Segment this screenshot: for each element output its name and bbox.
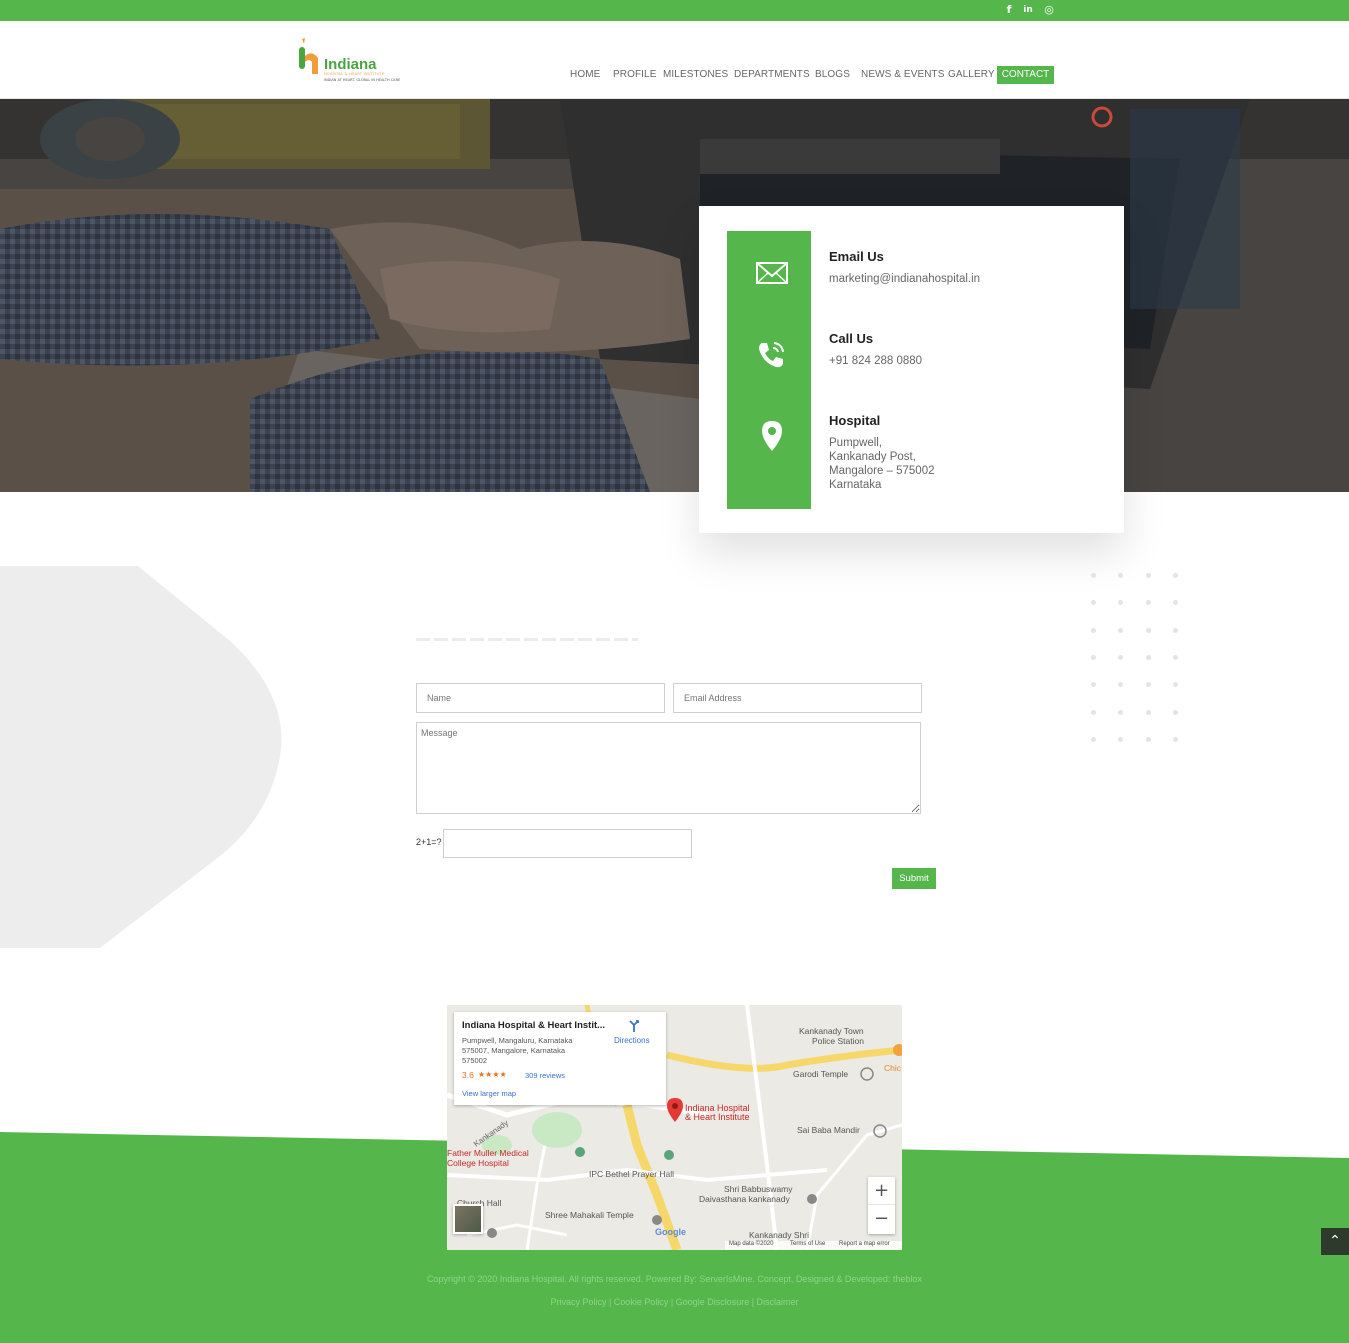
heading-divider <box>416 638 638 641</box>
map-label-babbu: Shri Babbuswamy <box>724 1184 793 1194</box>
place-rating: 3.6 <box>462 1070 474 1080</box>
map-label-muller: Father Muller Medical <box>447 1148 529 1158</box>
nav-departments[interactable]: DEPARTMENTS <box>734 69 810 80</box>
captcha-input[interactable] <box>443 829 692 858</box>
reviews-link[interactable]: 309 reviews <box>525 1071 565 1080</box>
nav-blogs[interactable]: BLOGS <box>815 69 850 80</box>
hero-laptop-illustration <box>0 99 1349 492</box>
decorative-shape <box>0 566 282 948</box>
place-name: Indiana Hospital & Heart Instit... <box>462 1020 606 1031</box>
map-label-garodi: Garodi Temple <box>793 1069 849 1079</box>
hospital-title: Hospital <box>829 413 881 428</box>
facebook-icon[interactable]: f <box>1002 3 1016 17</box>
nav-news-events[interactable]: NEWS & EVENTS <box>861 69 945 80</box>
nav-gallery[interactable]: GALLERY <box>948 69 995 80</box>
linkedin-icon[interactable]: in <box>1021 3 1035 17</box>
address-line-1: Pumpwell, <box>829 437 883 449</box>
decorative-dot-grid <box>1088 570 1188 745</box>
map-place-card: Indiana Hospital & Heart Instit... Pumpw… <box>454 1012 666 1105</box>
map-data-text: Map data ©2020 <box>729 1241 774 1247</box>
footer-links[interactable]: Privacy Policy | Cookie Policy | Google … <box>0 1297 1349 1307</box>
zoom-out-button[interactable]: − <box>868 1205 895 1233</box>
view-larger-map-link[interactable]: View larger map <box>462 1089 516 1098</box>
name-input[interactable] <box>416 683 665 713</box>
address-line-4: Karnataka <box>829 479 882 491</box>
nav-milestones[interactable]: MILESTONES <box>663 69 728 80</box>
top-bar: f in ◎ <box>0 0 1349 21</box>
directions-icon[interactable] <box>627 1019 641 1033</box>
map-label-saibaba: Sai Baba Mandir <box>797 1125 860 1135</box>
chevron-up-icon: ⌃ <box>1329 1233 1341 1249</box>
email-icon <box>756 262 788 284</box>
email-input[interactable] <box>673 683 922 713</box>
hero-image <box>0 99 1349 492</box>
map-label-muller-2: College Hospital <box>447 1158 509 1168</box>
brand-subtitle: HOSPITAL & HEART INSTITUTE <box>324 72 385 76</box>
map-pin-label-2: & Heart Institute <box>685 1112 750 1122</box>
submit-button[interactable]: Submit <box>892 868 936 889</box>
phone-icon <box>759 342 784 368</box>
map-label-mahakali: Shree Mahakali Temple <box>545 1210 634 1220</box>
map-zoom-controls: + − <box>868 1177 895 1234</box>
address-line-3: Mangalore – 575002 <box>829 465 935 477</box>
site-header: Indiana HOSPITAL & HEART INSTITUTE INDIA… <box>0 21 1349 99</box>
map-label-police-2: Police Station <box>812 1036 864 1046</box>
footer-copyright: Copyright © 2020 Indiana Hospital. All r… <box>427 1274 922 1284</box>
rating-stars-icon: ★★★★ <box>478 1070 507 1079</box>
nav-profile[interactable]: PROFILE <box>613 69 657 80</box>
captcha-label: 2+1=? <box>416 837 442 847</box>
nav-home[interactable]: HOME <box>570 69 600 80</box>
place-address-1: Pumpwell, Mangaluru, Karnataka <box>462 1036 573 1045</box>
address-line-2: Kankanady Post, <box>829 451 916 463</box>
map-terms-link[interactable]: Terms of Use <box>790 1241 825 1247</box>
back-to-top-button[interactable]: ⌃ <box>1321 1228 1349 1255</box>
brand-logo[interactable]: Indiana HOSPITAL & HEART INSTITUTE INDIA… <box>296 36 426 88</box>
call-title: Call Us <box>829 331 874 346</box>
directions-link[interactable]: Directions <box>614 1036 650 1045</box>
email-value[interactable]: marketing@indianahospital.in <box>829 272 980 286</box>
map-label-police: Kankanady Town <box>799 1026 864 1036</box>
map-label-kankanady-shri: Kankanady Shri <box>749 1230 810 1240</box>
nav-contact[interactable]: CONTACT <box>997 66 1054 84</box>
satellite-toggle[interactable] <box>453 1204 483 1234</box>
google-logo: Google <box>655 1227 686 1237</box>
location-pin-icon <box>762 421 782 451</box>
logo-mark-icon <box>299 38 318 74</box>
map-label-ipc: IPC Bethel Prayer Hall <box>589 1169 675 1179</box>
call-value[interactable]: +91 824 288 0880 <box>829 354 922 368</box>
instagram-icon[interactable]: ◎ <box>1042 3 1056 17</box>
zoom-in-button[interactable]: + <box>868 1177 895 1205</box>
place-address-2: 575007, Mangalore, Karnataka <box>462 1046 565 1055</box>
brand-tagline: INDIAN AT HEART. GLOBAL IN HEALTH CARE <box>324 78 401 82</box>
map-label-chic: Chic <box>884 1063 902 1073</box>
message-textarea[interactable] <box>416 722 921 814</box>
place-address-3: 575002 <box>462 1056 488 1065</box>
brand-name: Indiana <box>324 56 377 73</box>
map-label-babbu-2: Daivasthana kankanady <box>699 1194 790 1204</box>
map-report-link[interactable]: Report a map error <box>839 1241 890 1247</box>
email-title: Email Us <box>829 249 884 264</box>
